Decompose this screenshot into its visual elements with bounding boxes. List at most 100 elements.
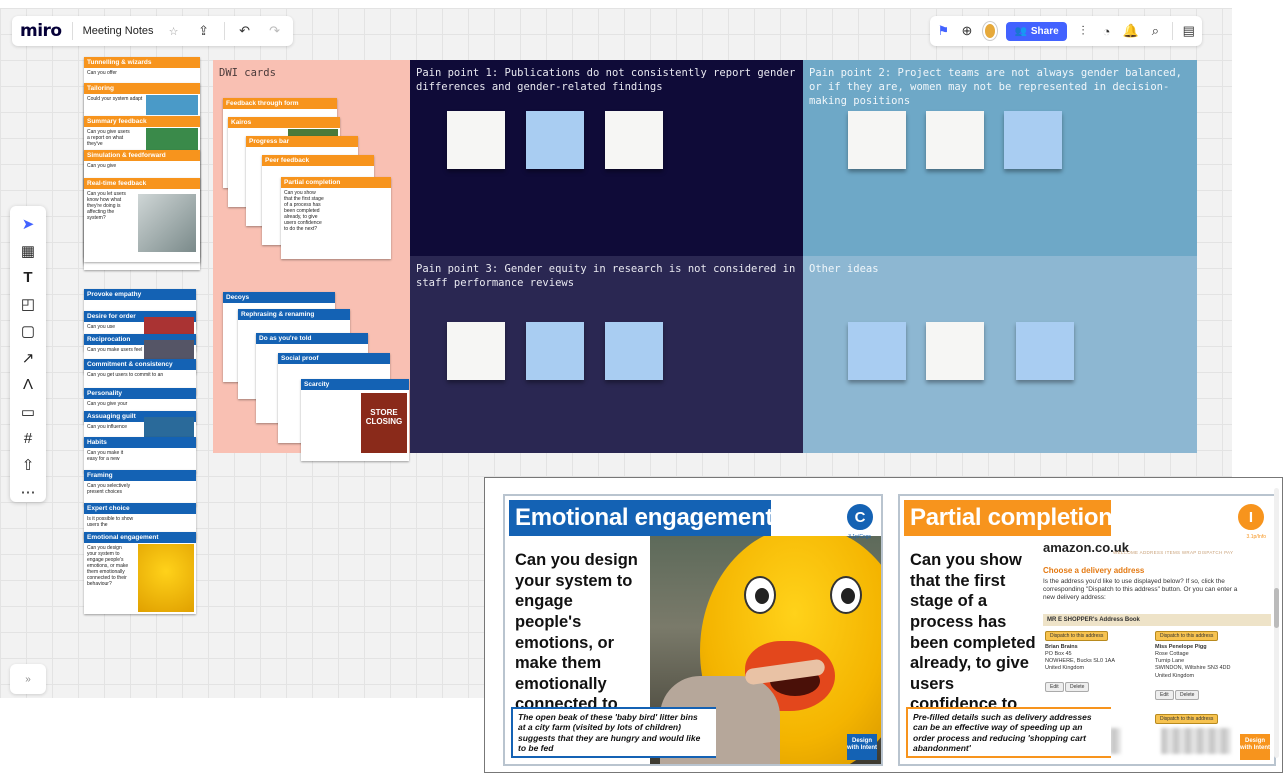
sticky-note[interactable] — [1004, 111, 1062, 169]
duck-pupil — [755, 588, 769, 604]
other-ideas-frame[interactable]: Other ideas — [803, 256, 1197, 453]
comment-icon[interactable]: ▭ — [18, 402, 38, 422]
address-line: Miss Penelope Pigg — [1155, 644, 1207, 650]
scrollbar-thumb[interactable] — [1274, 588, 1279, 628]
duck-eye — [744, 576, 776, 614]
address-line: United Kingdom — [1045, 665, 1085, 672]
sticky-note[interactable] — [1016, 322, 1074, 380]
frame-title: Pain point 2: Project teams are not alwa… — [809, 67, 1182, 108]
dwi-card[interactable]: Scarcity STORE CLOSING — [301, 379, 409, 461]
partial-completion-card[interactable]: Partial completion amazon.co.uk WELCOME … — [898, 494, 1276, 766]
card-title: Kairos — [228, 117, 340, 128]
connection-line-icon[interactable]: ↗ — [18, 348, 38, 368]
pain-point-3-frame[interactable]: Pain point 3: Gender equity in research … — [410, 256, 803, 453]
sticky-note[interactable] — [447, 111, 505, 169]
share-button[interactable]: 👥 Share — [1006, 21, 1067, 41]
top-left-bar: miro Meeting Notes ☆ ⇪ ↶ ↷ — [12, 16, 293, 46]
address-line: Brian Brains — [1045, 644, 1078, 650]
upload-icon[interactable]: ⇪ — [194, 23, 214, 39]
card-title: Decoys — [223, 292, 335, 303]
divider — [71, 22, 73, 40]
sticky-note[interactable] — [605, 322, 663, 380]
sticky-note[interactable] — [848, 322, 906, 380]
creation-toolbar: ➤ ▦ T ◰ ▢ ↗ Λ ▭ # ⇧ ⋯ — [10, 206, 46, 502]
zoomed-cards-inset: Emotional engagement C 3.1p/Cogs Can you… — [484, 477, 1283, 773]
search-icon[interactable]: ⌕ — [1148, 23, 1163, 39]
sticky-note[interactable] — [926, 322, 984, 380]
notes-panel-icon[interactable]: ▤ — [1181, 23, 1196, 39]
sticky-note[interactable] — [526, 322, 584, 380]
card-text: Can you give — [87, 163, 117, 169]
address-line: United Kingdom — [1155, 672, 1195, 679]
edit-button: Edit — [1155, 690, 1174, 700]
sticky-note[interactable] — [447, 322, 505, 380]
card-text: Can you let users know how what they're … — [87, 191, 126, 221]
address-line: SWINDON, Wiltshire SN3 4DD — [1155, 665, 1231, 672]
divider — [1171, 22, 1173, 40]
frame-title: DWI cards — [219, 67, 276, 79]
sticky-note-icon[interactable]: ◰ — [18, 294, 38, 314]
reactions-icon[interactable]: ⚑ — [936, 23, 951, 39]
card-title: Feedback through form — [223, 98, 337, 109]
shape-tool-icon[interactable]: ▢ — [18, 321, 38, 341]
dwi-card[interactable]: Real-time feedback Can you let users kno… — [84, 178, 200, 262]
more-tools-icon[interactable]: ⋯ — [18, 482, 38, 502]
checkout-steps: WELCOME ADDRESS ITEMS WRAP DISPATCH PAY — [1113, 550, 1234, 555]
notifications-bell-icon[interactable]: 🔔 — [1123, 23, 1139, 39]
sticky-note[interactable] — [848, 111, 906, 169]
templates-icon[interactable]: ▦ — [18, 241, 38, 261]
top-right-bar: ⚑ ⊕ 👥 Share ⫶ ◔ 🔔 ⌕ ▤ — [930, 16, 1202, 46]
card-title: Progress bar — [246, 136, 358, 147]
photo-text: STORE — [370, 408, 398, 417]
sticky-note[interactable] — [526, 111, 584, 169]
sticky-note[interactable] — [605, 111, 663, 169]
text-tool-icon[interactable]: T — [18, 268, 38, 288]
card-title: Partial completion — [281, 177, 391, 188]
dwi-card[interactable]: Partial completion Can you show that the… — [281, 177, 391, 259]
pain-point-1-frame[interactable]: Pain point 1: Publications do not consis… — [410, 60, 803, 256]
avatar[interactable] — [983, 22, 998, 40]
dwi-card[interactable]: Emotional engagement Can you design your… — [84, 532, 196, 614]
dwi-card[interactable]: Framing Can you selectively present choi… — [84, 470, 196, 506]
frame-title: Pain point 1: Publications do not consis… — [416, 67, 796, 94]
card-title: Expert choice — [84, 503, 196, 514]
star-icon[interactable]: ☆ — [164, 25, 184, 38]
card-text: Can you give your — [87, 401, 128, 407]
store-closing-photo: STORE CLOSING — [361, 393, 407, 453]
board-title[interactable]: Meeting Notes — [83, 25, 154, 37]
undo-icon[interactable]: ↶ — [235, 23, 255, 39]
redo-icon[interactable]: ↷ — [265, 23, 285, 39]
card-image — [145, 128, 198, 150]
delete-button: Delete — [1175, 690, 1200, 700]
card-title: Social proof — [278, 353, 390, 364]
badge-subtitle: 3.1p/Cogs — [848, 534, 871, 540]
thermometer-photo — [138, 194, 196, 252]
miro-logo[interactable]: miro — [20, 21, 62, 41]
users-icon: 👥 — [1014, 25, 1027, 37]
expand-panel-button[interactable]: » — [10, 664, 46, 694]
frame-tool-icon[interactable]: # — [18, 429, 38, 449]
collaborate-icon[interactable]: ⊕ — [960, 23, 975, 39]
timer-icon[interactable]: ◔ — [1099, 24, 1114, 39]
card-text: Can you give users a report on what they… — [87, 129, 130, 147]
select-tool-icon[interactable]: ➤ — [18, 214, 38, 234]
card-title: Tunnelling & wizards — [84, 57, 200, 68]
delivery-heading: Choose a delivery address — [1043, 566, 1145, 575]
card-image — [145, 95, 198, 115]
address-line: Rose Cottage — [1155, 651, 1189, 658]
card-text: Is it possible to show users the — [87, 516, 134, 528]
upload-tool-icon[interactable]: ⇧ — [18, 455, 38, 475]
emotional-engagement-card[interactable]: Emotional engagement C 3.1p/Cogs Can you… — [503, 494, 883, 766]
category-badge: I — [1236, 502, 1266, 532]
delete-button: Delete — [1065, 682, 1090, 692]
divider — [223, 22, 225, 40]
address-line: Turnip Lane — [1155, 658, 1185, 665]
edit-button: Edit — [1045, 682, 1064, 692]
settings-sliders-icon[interactable]: ⫶ — [1076, 23, 1091, 39]
pen-tool-icon[interactable]: Λ — [18, 375, 38, 395]
pain-point-2-frame[interactable]: Pain point 2: Project teams are not alwa… — [803, 60, 1197, 256]
sticky-note[interactable] — [926, 111, 984, 169]
address-line: NOWHERE, Bucks SL0 1AA — [1045, 658, 1115, 665]
dwi-card[interactable]: Habits Can you make it easy for a new — [84, 437, 196, 473]
dispatch-button: Dispatch to this address — [1155, 631, 1219, 641]
